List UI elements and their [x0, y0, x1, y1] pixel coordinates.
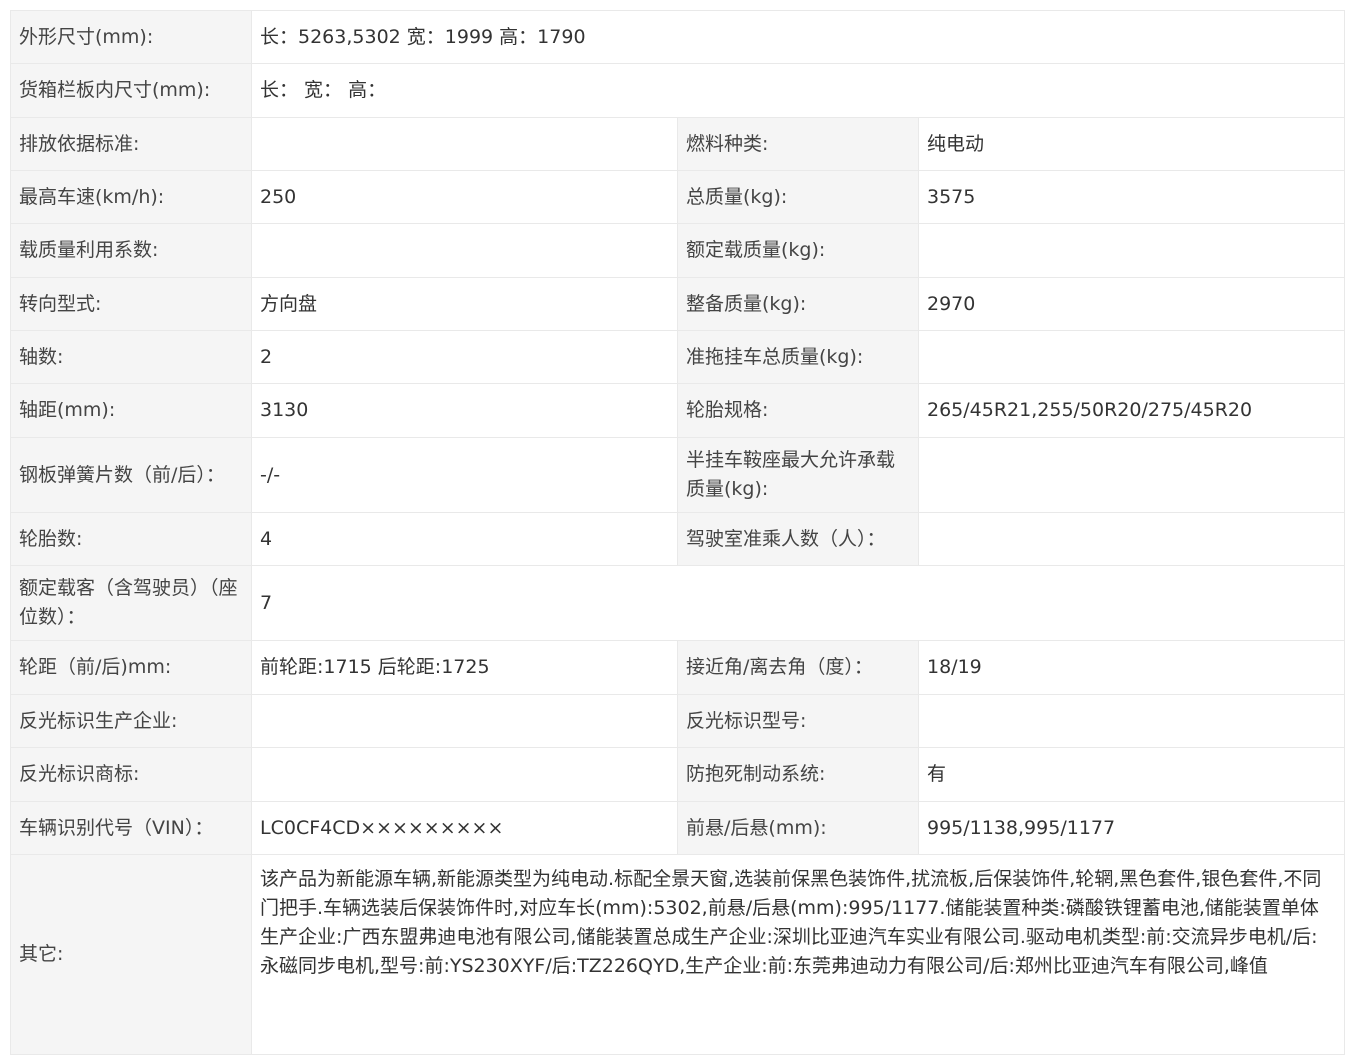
- steering-label: 转向型式:: [10, 277, 252, 331]
- dimensions-label: 外形尺寸(mm):: [10, 10, 252, 64]
- emission-label: 排放依据标准:: [10, 117, 252, 171]
- leaf-springs-label: 钢板弹簧片数（前/后）：: [10, 437, 252, 513]
- vehicle-spec-table: 外形尺寸(mm): 长：5263,5302 宽：1999 高：1790 货箱栏板…: [10, 10, 1346, 1055]
- axles-value: 2: [251, 330, 678, 384]
- leaf-springs-value: -/-: [251, 437, 678, 513]
- dimensions-value: 长：5263,5302 宽：1999 高：1790: [250, 10, 1346, 64]
- emission-value: [251, 117, 678, 171]
- row-leaf-springs: 钢板弹簧片数（前/后）： -/- 半挂车鞍座最大允许承载质量(kg):: [10, 437, 1346, 513]
- other-value: 该产品为新能源车辆,新能源类型为纯电动.标配全景天窗,选装前保黑色装饰件,扰流板…: [250, 854, 1346, 1055]
- row-wheelbase: 轴距(mm): 3130 轮胎规格: 265/45R21,255/50R20/2…: [10, 383, 1346, 438]
- tire-count-value: 4: [251, 512, 678, 566]
- fuel-type-label: 燃料种类:: [677, 117, 919, 171]
- passengers-value: 7: [250, 565, 1346, 641]
- top-speed-value: 250: [251, 170, 678, 224]
- rated-load-value: [917, 223, 1346, 278]
- approach-angle-label: 接近角/离去角（度）：: [677, 640, 919, 695]
- row-tire-count: 轮胎数: 4 驾驶室准乘人数（人）：: [10, 512, 1346, 566]
- tire-spec-label: 轮胎规格:: [677, 383, 919, 438]
- row-top-speed: 最高车速(km/h): 250 总质量(kg): 3575: [10, 170, 1346, 224]
- row-dimensions: 外形尺寸(mm): 长：5263,5302 宽：1999 高：1790: [10, 10, 1346, 64]
- saddle-load-value: [917, 437, 1346, 513]
- reflector-brand-label: 反光标识商标:: [10, 747, 252, 802]
- cargo-box-label: 货箱栏板内尺寸(mm):: [10, 63, 252, 118]
- overhang-value: 995/1138,995/1177: [917, 801, 1346, 855]
- steering-value: 方向盘: [251, 277, 678, 331]
- row-cargo-box: 货箱栏板内尺寸(mm): 长： 宽： 高：: [10, 63, 1346, 118]
- vin-label: 车辆识别代号（VIN）：: [10, 801, 252, 855]
- row-load-factor: 载质量利用系数: 额定载质量(kg):: [10, 223, 1346, 278]
- approach-angle-value: 18/19: [917, 640, 1346, 695]
- abs-value: 有: [917, 747, 1346, 802]
- rated-load-label: 额定载质量(kg):: [677, 223, 919, 278]
- gross-mass-label: 总质量(kg):: [677, 170, 919, 224]
- reflector-maker-value: [251, 694, 678, 748]
- reflector-maker-label: 反光标识生产企业:: [10, 694, 252, 748]
- reflector-model-value: [917, 694, 1346, 748]
- row-vin: 车辆识别代号（VIN）： LC0CF4CD××××××××× 前悬/后悬(mm)…: [10, 801, 1346, 855]
- track-label: 轮距（前/后)mm:: [10, 640, 252, 695]
- axles-label: 轴数:: [10, 330, 252, 384]
- abs-label: 防抱死制动系统:: [677, 747, 919, 802]
- track-value: 前轮距:1715 后轮距:1725: [251, 640, 678, 695]
- wheelbase-label: 轴距(mm):: [10, 383, 252, 438]
- reflector-brand-value: [251, 747, 678, 802]
- other-label: 其它:: [10, 854, 252, 1055]
- wheelbase-value: 3130: [251, 383, 678, 438]
- tire-count-label: 轮胎数:: [10, 512, 252, 566]
- trailer-mass-label: 准拖挂车总质量(kg):: [677, 330, 919, 384]
- load-factor-label: 载质量利用系数:: [10, 223, 252, 278]
- curb-mass-label: 整备质量(kg):: [677, 277, 919, 331]
- top-speed-label: 最高车速(km/h):: [10, 170, 252, 224]
- cargo-box-value: 长： 宽： 高：: [250, 63, 1346, 118]
- row-reflector-maker: 反光标识生产企业: 反光标识型号:: [10, 694, 1346, 748]
- row-emission: 排放依据标准: 燃料种类: 纯电动: [10, 117, 1346, 171]
- row-track: 轮距（前/后)mm: 前轮距:1715 后轮距:1725 接近角/离去角（度）：…: [10, 640, 1346, 695]
- trailer-mass-value: [917, 330, 1346, 384]
- fuel-type-value: 纯电动: [917, 117, 1346, 171]
- row-passengers: 额定载客（含驾驶员）（座位数）： 7: [10, 565, 1346, 641]
- load-factor-value: [251, 223, 678, 278]
- row-other: 其它: 该产品为新能源车辆,新能源类型为纯电动.标配全景天窗,选装前保黑色装饰件…: [10, 854, 1346, 1055]
- overhang-label: 前悬/后悬(mm):: [677, 801, 919, 855]
- passengers-label: 额定载客（含驾驶员）（座位数）：: [10, 565, 252, 641]
- cab-occupants-value: [917, 512, 1346, 566]
- vin-value: LC0CF4CD×××××××××: [251, 801, 678, 855]
- row-axles: 轴数: 2 准拖挂车总质量(kg):: [10, 330, 1346, 384]
- reflector-model-label: 反光标识型号:: [677, 694, 919, 748]
- cab-occupants-label: 驾驶室准乘人数（人）：: [677, 512, 919, 566]
- row-steering: 转向型式: 方向盘 整备质量(kg): 2970: [10, 277, 1346, 331]
- saddle-load-label: 半挂车鞍座最大允许承载质量(kg):: [677, 437, 919, 513]
- tire-spec-value: 265/45R21,255/50R20/275/45R20: [917, 383, 1346, 438]
- curb-mass-value: 2970: [917, 277, 1346, 331]
- row-reflector-brand: 反光标识商标: 防抱死制动系统: 有: [10, 747, 1346, 802]
- gross-mass-value: 3575: [917, 170, 1346, 224]
